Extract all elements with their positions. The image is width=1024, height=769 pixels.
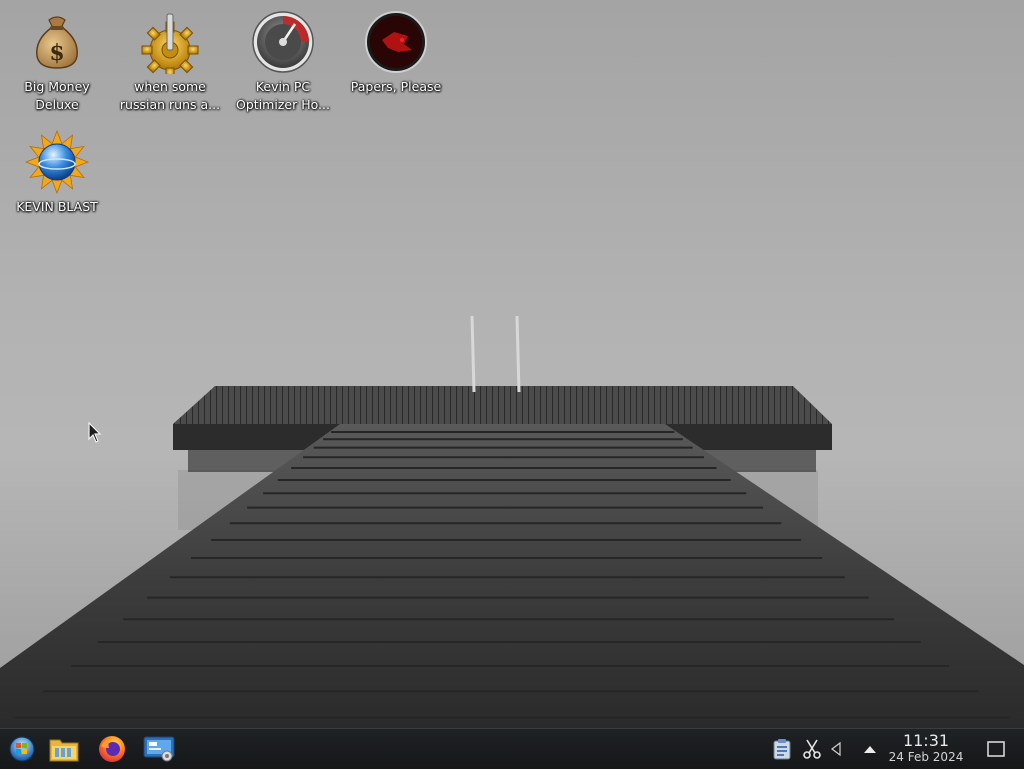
desktop-icon-label: Big Money Deluxe xyxy=(24,79,90,112)
desktop-icon-papers-please[interactable]: Papers, Please xyxy=(340,4,452,96)
papers-please-icon xyxy=(365,11,427,73)
desktop-icon-label: KEVIN BLAST xyxy=(16,199,98,214)
system-settings-icon xyxy=(143,736,175,762)
desktop-icon-big-money-deluxe[interactable]: $ Big Money Deluxe xyxy=(1,4,113,114)
system-settings-button[interactable] xyxy=(139,731,179,767)
mouse-cursor-icon xyxy=(88,422,102,443)
desktop-icon-kevin-blast[interactable]: KEVIN BLAST xyxy=(1,124,113,216)
show-desktop-button[interactable] xyxy=(976,731,1016,767)
file-manager-button[interactable] xyxy=(44,731,84,767)
file-manager-icon xyxy=(49,739,79,762)
clock-date: 24 Feb 2024 xyxy=(888,750,964,764)
firefox-button[interactable] xyxy=(92,731,132,767)
firefox-icon xyxy=(99,736,125,762)
taskbar: 11:31 24 Feb 2024 xyxy=(0,728,1024,769)
sun-globe-icon xyxy=(25,130,89,194)
clipboard-icon xyxy=(773,739,791,760)
volume-icon xyxy=(831,741,841,757)
money-bag-icon: $ xyxy=(36,16,78,69)
show-hidden-icons-arrow xyxy=(864,746,876,753)
clock-time: 11:31 xyxy=(902,731,950,750)
speedometer-icon xyxy=(252,11,314,73)
gear-icon xyxy=(141,13,199,74)
desktop-icon-label: Kevin PC Optimizer Ho... xyxy=(236,79,330,112)
application-launcher-button[interactable] xyxy=(2,731,42,767)
desktop-icon-label: Papers, Please xyxy=(350,79,442,94)
application-launcher-icon xyxy=(9,736,35,762)
desktop-icon-kevin-pc-optimizer[interactable]: Kevin PC Optimizer Ho... xyxy=(227,4,339,114)
digital-clock[interactable]: 11:31 24 Feb 2024 xyxy=(884,731,968,767)
svg-text:$: $ xyxy=(49,40,64,66)
show-desktop-icon xyxy=(987,741,1005,757)
desktop-icon-label: when some russian runs a... xyxy=(119,79,221,112)
desktop-icon-russian-runs[interactable]: when some russian runs a... xyxy=(114,4,226,114)
